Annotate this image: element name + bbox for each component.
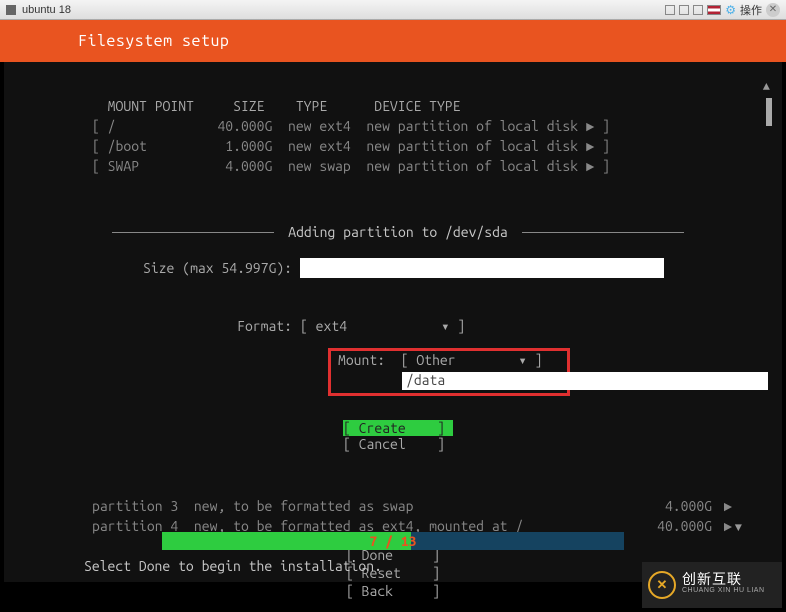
window-icon-3[interactable]: [693, 5, 703, 15]
chevron-right-icon: ►: [724, 496, 732, 516]
mount-row: Mount: [ Other ▾ ]: [338, 352, 542, 369]
chevron-right-icon: ►: [724, 516, 732, 536]
size-label: Size (max 54.997G):: [132, 260, 300, 276]
partition-table: MOUNT POINT SIZE TYPE DEVICE TYPE [ / 40…: [4, 62, 782, 176]
console-area: Filesystem setup ▲ MOUNT POINT SIZE TYPE…: [0, 20, 786, 612]
mount-label: Mount:: [338, 352, 385, 368]
watermark: ✕ 创新互联 CHUANG XIN HU LIAN: [642, 562, 782, 608]
footer-hint: Select Done to begin the installation.: [84, 558, 382, 574]
size-input[interactable]: [300, 258, 664, 278]
create-button[interactable]: [ Create ]: [343, 420, 453, 436]
table-row[interactable]: [ SWAP 4.000G new swap new partition of …: [92, 156, 782, 176]
list-item[interactable]: partition 3 new, to be formatted as swap…: [92, 496, 762, 516]
lower-partition-list: partition 3 new, to be formatted as swap…: [92, 496, 762, 536]
installer-header: Filesystem setup: [0, 20, 786, 62]
mount-select[interactable]: [ Other ▾ ]: [401, 352, 543, 368]
vm-app-icon: [6, 5, 16, 15]
add-partition-dialog: Adding partition to /dev/sda Size (max 5…: [112, 228, 684, 474]
cancel-button[interactable]: [ Cancel ]: [343, 436, 453, 452]
main-panel: ▲ MOUNT POINT SIZE TYPE DEVICE TYPE [ / …: [4, 62, 782, 582]
progress-bar: 7 / 13: [162, 532, 624, 550]
watermark-subtext: CHUANG XIN HU LIAN: [682, 585, 765, 597]
gear-icon[interactable]: ⚙: [725, 3, 736, 17]
progress-label: 7 / 13: [162, 533, 624, 549]
format-select[interactable]: [ ext4 ▾ ]: [300, 318, 465, 335]
mount-path-input[interactable]: /data: [402, 372, 768, 390]
vm-action-label[interactable]: 操作: [740, 2, 762, 18]
locale-flag-icon[interactable]: [707, 5, 721, 15]
watermark-logo-icon: ✕: [648, 571, 676, 599]
table-row[interactable]: [ / 40.000G new ext4 new partition of lo…: [92, 116, 782, 136]
vm-title-bar: ubuntu 18 ⚙ 操作 ✕: [0, 0, 786, 20]
chevron-down-icon[interactable]: ▼: [735, 518, 742, 538]
table-row[interactable]: [ /boot 1.000G new ext4 new partition of…: [92, 136, 782, 156]
format-label: Format:: [132, 318, 300, 334]
close-icon[interactable]: ✕: [766, 3, 780, 17]
vm-title: ubuntu 18: [22, 4, 71, 16]
dialog-title: Adding partition to /dev/sda: [274, 224, 521, 240]
table-header: MOUNT POINT SIZE TYPE DEVICE TYPE: [92, 96, 782, 116]
page-title: Filesystem setup: [78, 32, 229, 50]
scrollbar-thumb[interactable]: [766, 98, 772, 126]
window-icon-2[interactable]: [679, 5, 689, 15]
scroll-up-icon[interactable]: ▲: [763, 80, 770, 94]
window-icon-1[interactable]: [665, 5, 675, 15]
watermark-text: 创新互联: [682, 573, 765, 585]
